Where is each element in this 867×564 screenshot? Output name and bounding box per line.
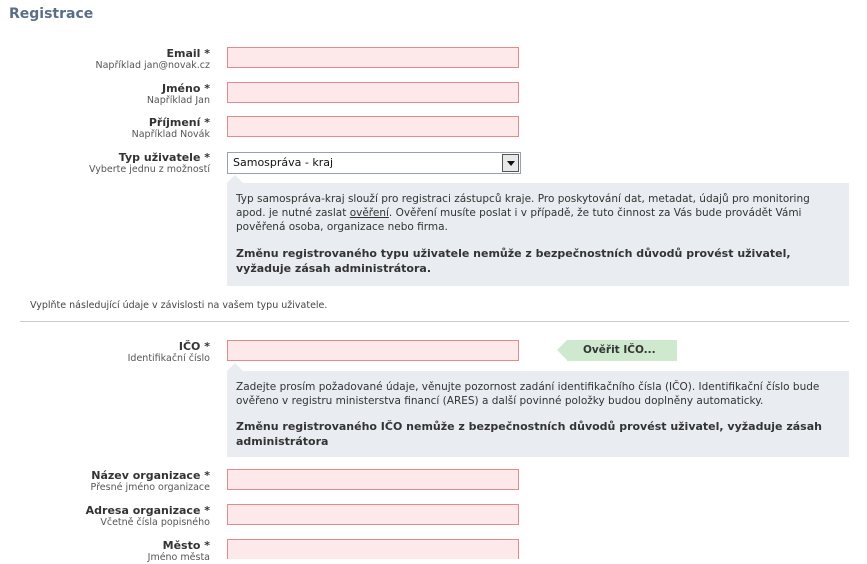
first-name-label-group: Jméno * Například Jan — [147, 82, 210, 107]
ico-field[interactable] — [227, 340, 519, 361]
user-type-info-box: Typ samospráva-kraj slouží pro registrac… — [227, 183, 849, 286]
org-address-hint: Včetně čísla popisného — [100, 517, 210, 528]
email-label: Email * — [166, 47, 210, 60]
user-type-info-text: Typ samospráva-kraj slouží pro registrac… — [236, 193, 810, 233]
last-name-hint: Například Novák — [131, 129, 210, 140]
first-name-label: Jméno * — [162, 82, 210, 95]
org-address-label: Adresa organizace * — [85, 504, 210, 517]
user-type-label: Typ uživatele * — [118, 151, 210, 164]
org-name-label: Název organizace * — [91, 469, 210, 482]
org-name-label-group: Název organizace * Přesné jméno organiza… — [91, 469, 210, 494]
city-field[interactable] — [227, 539, 519, 559]
org-name-field[interactable] — [227, 469, 519, 490]
info-box-pointer — [227, 175, 243, 183]
page-title: Registrace — [9, 6, 94, 22]
ico-warning: Změnu registrovaného IČO nemůže z bezpeč… — [236, 420, 822, 448]
user-type-hint: Vyberte jednu z možností — [88, 164, 210, 175]
city-label: Město * — [162, 539, 210, 552]
info-box-pointer — [227, 363, 243, 371]
last-name-label: Příjmení * — [148, 116, 210, 129]
last-name-field[interactable] — [227, 116, 519, 137]
ico-hint: Identifikační číslo — [127, 353, 210, 364]
chevron-down-icon[interactable] — [502, 154, 519, 172]
email-label-group: Email * Například jan@novak.cz — [95, 47, 210, 72]
ico-info-box: Zadejte prosím požadované údaje, věnujte… — [227, 371, 849, 457]
instruction-text: Vyplňte následující údaje v závislosti n… — [30, 300, 328, 311]
email-field[interactable] — [227, 47, 519, 68]
ico-label-group: IČO * Identifikační číslo — [128, 340, 210, 365]
user-type-warning: Změnu registrovaného typu uživatele nemů… — [236, 247, 791, 275]
user-type-label-group: Typ uživatele * Vyberte jednu z možností — [89, 151, 210, 176]
ico-label: IČO * — [178, 340, 210, 353]
divider — [20, 321, 849, 322]
verification-link[interactable]: ověření — [350, 207, 389, 219]
org-address-label-group: Adresa organizace * Včetně čísla popisné… — [86, 504, 210, 529]
verify-ico-button[interactable]: Ověřit IČO... — [557, 340, 677, 361]
city-hint: Jméno města — [147, 552, 210, 563]
org-name-hint: Přesné jméno organizace — [90, 482, 210, 493]
city-label-group: Město * Jméno města — [148, 539, 210, 564]
email-hint: Například jan@novak.cz — [95, 60, 210, 71]
user-type-selected-value: Samospráva - kraj — [233, 156, 334, 169]
first-name-hint: Například Jan — [146, 95, 210, 106]
org-address-field[interactable] — [227, 504, 519, 525]
user-type-select[interactable]: Samospráva - kraj — [227, 152, 521, 174]
ico-info-text: Zadejte prosím požadované údaje, věnujte… — [236, 381, 820, 407]
first-name-field[interactable] — [227, 82, 519, 103]
last-name-label-group: Příjmení * Například Novák — [132, 116, 210, 141]
